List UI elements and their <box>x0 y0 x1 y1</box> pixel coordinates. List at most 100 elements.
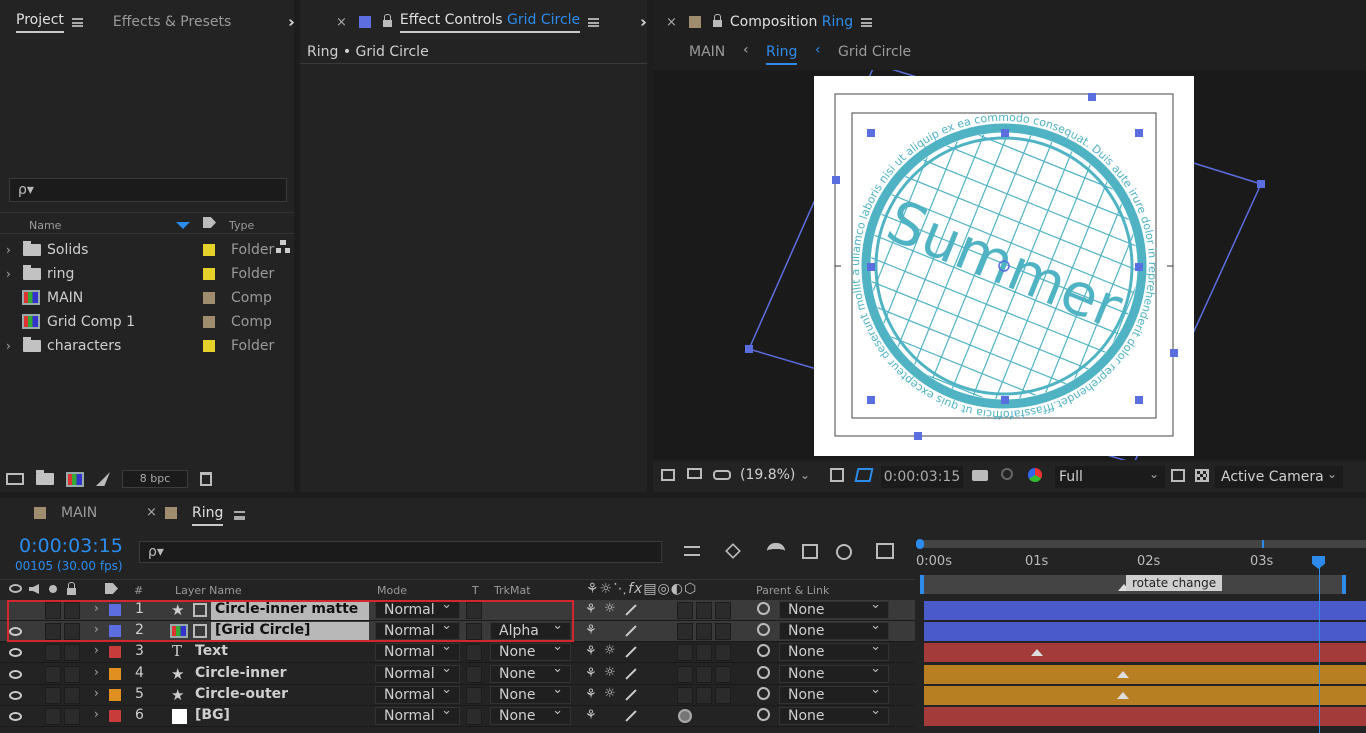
label-swatch[interactable] <box>203 267 215 280</box>
layer-row[interactable]: › 4 ★ Circle-inner Normal None ⚘ ☼ None <box>0 661 915 685</box>
adjustment-switch[interactable] <box>696 665 712 683</box>
nav-main[interactable]: MAIN <box>689 44 725 60</box>
keyframe-icon[interactable] <box>1117 691 1129 699</box>
transform-handle[interactable] <box>1088 93 1096 101</box>
shy-layers-icon[interactable] <box>767 543 785 559</box>
tab-project[interactable]: Project <box>16 12 64 33</box>
effect-menu-icon[interactable] <box>588 17 600 27</box>
transform-handle[interactable] <box>914 432 922 440</box>
layer-duration-bar[interactable] <box>924 643 1366 663</box>
3d-switch[interactable] <box>715 686 731 704</box>
layer-label-swatch[interactable] <box>109 688 121 701</box>
work-area-start-icon[interactable] <box>916 539 924 549</box>
mask-handle[interactable] <box>867 263 875 271</box>
visibility-eye-icon[interactable] <box>9 584 22 593</box>
lock-column-icon[interactable] <box>67 582 76 595</box>
tab-effects-presets[interactable]: Effects & Presets <box>113 14 231 30</box>
shy-switch-icon[interactable]: ⚘ <box>585 602 597 617</box>
column-number[interactable]: # <box>134 584 143 597</box>
collapse-switch-icon[interactable]: ☼ <box>604 686 616 701</box>
mode-dropdown[interactable]: Normal <box>375 682 460 704</box>
camera-snapshot-icon[interactable] <box>972 470 988 481</box>
mask-visibility-icon[interactable] <box>854 468 874 482</box>
layer-expand-icon[interactable]: › <box>94 707 99 721</box>
flowchart-icon[interactable] <box>276 240 290 254</box>
collapse-switch-icon[interactable]: ☼ <box>604 601 616 616</box>
eye-icon[interactable] <box>9 669 22 679</box>
label-swatch[interactable] <box>203 339 215 352</box>
grid-guide-icon[interactable] <box>830 468 844 482</box>
audio-icon[interactable] <box>29 584 39 594</box>
motion-blur-switch-icon[interactable] <box>678 709 692 723</box>
quality-switch-icon[interactable] <box>625 625 637 637</box>
trkmat-dropdown[interactable]: None <box>490 661 571 683</box>
expand-arrow-icon[interactable]: › <box>6 339 11 353</box>
layer-name[interactable]: [BG] <box>195 707 230 723</box>
adjustment-switch[interactable] <box>696 602 712 619</box>
trkmat-dropdown[interactable]: None <box>490 682 571 704</box>
panel-overflow-icon[interactable]: ›› <box>288 13 295 31</box>
close-tab-icon[interactable]: × <box>336 15 347 30</box>
mask-handle[interactable] <box>867 129 875 137</box>
parent-dropdown[interactable]: None <box>779 682 889 704</box>
new-folder-icon[interactable] <box>36 470 54 485</box>
column-mode[interactable]: Mode <box>377 584 407 597</box>
mask-handle[interactable] <box>1135 263 1143 271</box>
column-name[interactable]: Name <box>29 219 61 232</box>
preserve-transparency-switch[interactable] <box>466 644 482 662</box>
timeline-ruler[interactable]: 0:00s 01s 02s 03s rotate change <box>916 538 1366 598</box>
expand-arrow-icon[interactable]: › <box>6 267 11 281</box>
trash-icon[interactable] <box>200 472 212 486</box>
close-ring-tab-icon[interactable]: × <box>146 505 157 520</box>
zoom-dropdown[interactable]: (19.8%) ⌄ <box>740 467 810 483</box>
shy-switch-icon[interactable]: ⚘ <box>585 666 597 681</box>
quality-switch-icon[interactable] <box>625 710 637 722</box>
mask-handle[interactable] <box>1135 129 1143 137</box>
frame-blending-icon[interactable] <box>802 544 818 559</box>
tab-composition[interactable]: Composition Ring <box>730 14 853 30</box>
transform-handle[interactable] <box>832 176 840 184</box>
parent-dropdown[interactable]: None <box>779 703 889 725</box>
monitor-icon[interactable] <box>687 468 702 479</box>
mode-dropdown[interactable]: Normal <box>375 661 460 683</box>
timeline-menu-icon[interactable] <box>234 511 245 520</box>
motion-blur-switch[interactable] <box>677 644 693 662</box>
timeline-search-input[interactable]: ρ▾ <box>139 541 662 563</box>
column-t[interactable]: T <box>472 584 479 597</box>
vr-goggles-icon[interactable] <box>713 470 731 480</box>
draft-3d-icon[interactable] <box>725 543 741 559</box>
tab-main[interactable]: MAIN <box>61 505 97 521</box>
keyframe-icon[interactable] <box>1117 670 1129 678</box>
pickwhip-icon[interactable] <box>757 665 770 679</box>
lock-switch[interactable] <box>64 708 80 725</box>
adjustment-switch[interactable] <box>696 686 712 704</box>
effect-overflow-icon[interactable]: ›› <box>640 13 647 31</box>
graph-editor-icon[interactable] <box>876 543 894 559</box>
project-item[interactable]: › characters Folder <box>0 334 293 357</box>
layer-name[interactable]: Circle-outer <box>195 686 288 702</box>
collapse-switch-icon[interactable]: ☼ <box>604 643 616 658</box>
layer-name[interactable]: Text <box>195 643 228 659</box>
project-item[interactable]: Grid Comp 1 Comp <box>0 310 293 333</box>
shy-switch-icon[interactable]: ⚘ <box>585 708 597 723</box>
quality-switch-icon[interactable] <box>625 689 637 701</box>
layer-duration-bar[interactable] <box>924 685 1366 705</box>
layer-expand-icon[interactable]: › <box>94 665 99 679</box>
solo-switch[interactable] <box>45 708 61 725</box>
pickwhip-icon[interactable] <box>757 686 770 700</box>
close-comp-tab-icon[interactable]: × <box>666 15 677 30</box>
pickwhip-icon[interactable] <box>757 708 770 721</box>
eye-icon[interactable] <box>9 648 22 658</box>
preserve-transparency-switch[interactable] <box>466 665 482 683</box>
parent-dropdown[interactable]: None <box>779 597 889 619</box>
project-item[interactable]: › ring Folder <box>0 262 293 285</box>
label-swatch[interactable] <box>203 243 215 256</box>
solo-switch[interactable] <box>45 665 61 683</box>
pickwhip-icon[interactable] <box>757 602 770 615</box>
preserve-transparency-switch[interactable] <box>466 686 482 704</box>
label-tag-icon[interactable] <box>203 217 216 228</box>
trkmat-dropdown[interactable]: None <box>490 639 571 662</box>
project-item[interactable]: MAIN Comp <box>0 286 293 309</box>
motion-blur-switch[interactable] <box>677 602 693 619</box>
layer-duration-bar[interactable] <box>924 664 1366 684</box>
